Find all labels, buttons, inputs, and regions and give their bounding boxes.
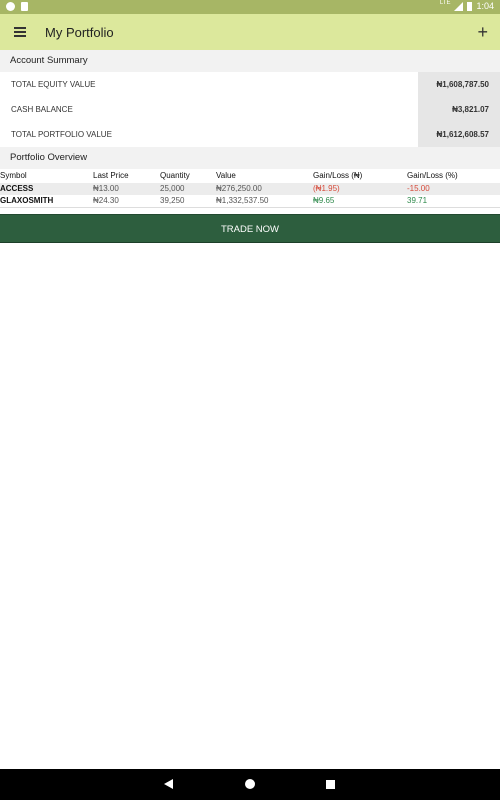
- cell-gain-loss-pct: 39.71: [407, 196, 428, 205]
- network-type: LTE: [439, 0, 451, 6]
- recents-icon[interactable]: [326, 780, 335, 789]
- summary-label: TOTAL PORTFOLIO VALUE: [11, 130, 112, 139]
- summary-row-total-portfolio: TOTAL PORTFOLIO VALUE ₦1,612,608.57: [0, 122, 500, 147]
- navigation-bar: [0, 769, 500, 800]
- summary-value: ₦1,608,787.50: [418, 72, 500, 97]
- cell-gain-loss-pct: -15.00: [407, 183, 430, 193]
- status-bar: LTE 1:04: [0, 0, 500, 14]
- settings-icon: [6, 2, 15, 11]
- table-row[interactable]: GLAXOSMITH ₦24.30 39,250 ₦1,332,537.50 ₦…: [0, 195, 500, 208]
- cell-last-price: ₦13.00: [93, 183, 119, 193]
- account-summary: TOTAL EQUITY VALUE ₦1,608,787.50 CASH BA…: [0, 72, 500, 147]
- cell-quantity: 25,000: [160, 183, 185, 193]
- summary-row-cash-balance: CASH BALANCE ₦3,821.07: [0, 97, 500, 122]
- summary-value: ₦1,612,608.57: [418, 122, 500, 147]
- table-row[interactable]: ACCESS ₦13.00 25,000 ₦276,250.00 (₦1.95)…: [0, 182, 500, 195]
- status-time: 1:04: [476, 1, 494, 11]
- portfolio-table: Symbol Last Price Quantity Value Gain/Lo…: [0, 170, 500, 208]
- cell-value: ₦1,332,537.50: [216, 196, 269, 205]
- account-summary-header: Account Summary: [0, 50, 500, 72]
- table-header-row: Symbol Last Price Quantity Value Gain/Lo…: [0, 170, 500, 183]
- cell-quantity: 39,250: [160, 196, 185, 205]
- back-icon[interactable]: [164, 779, 173, 789]
- trade-now-button[interactable]: TRADE NOW: [0, 214, 500, 243]
- battery-icon: [467, 1, 473, 11]
- cell-symbol: GLAXOSMITH: [0, 196, 54, 205]
- plus-icon[interactable]: +: [477, 23, 488, 41]
- summary-value: ₦3,821.07: [418, 97, 500, 122]
- page-title: My Portfolio: [45, 25, 114, 40]
- portfolio-overview-header: Portfolio Overview: [0, 147, 500, 169]
- signal-icon: [454, 1, 464, 11]
- cell-last-price: ₦24.30: [93, 196, 119, 205]
- cell-gain-loss: (₦1.95): [313, 183, 340, 193]
- column-header: Symbol: [0, 171, 27, 180]
- app-bar: My Portfolio +: [0, 14, 500, 50]
- column-header: Last Price: [93, 171, 129, 180]
- cell-symbol: ACCESS: [0, 183, 34, 193]
- sd-card-icon: [21, 2, 28, 11]
- cell-gain-loss: ₦9.65: [313, 196, 335, 205]
- column-header: Value: [216, 171, 236, 180]
- menu-icon[interactable]: [14, 27, 26, 37]
- column-header: Quantity: [160, 171, 190, 180]
- column-header: Gain/Loss (₦): [313, 171, 363, 180]
- summary-label: CASH BALANCE: [11, 105, 73, 114]
- cell-value: ₦276,250.00: [216, 183, 262, 193]
- summary-label: TOTAL EQUITY VALUE: [11, 80, 96, 89]
- column-header: Gain/Loss (%): [407, 171, 458, 180]
- home-icon[interactable]: [245, 779, 255, 789]
- summary-row-total-equity: TOTAL EQUITY VALUE ₦1,608,787.50: [0, 72, 500, 97]
